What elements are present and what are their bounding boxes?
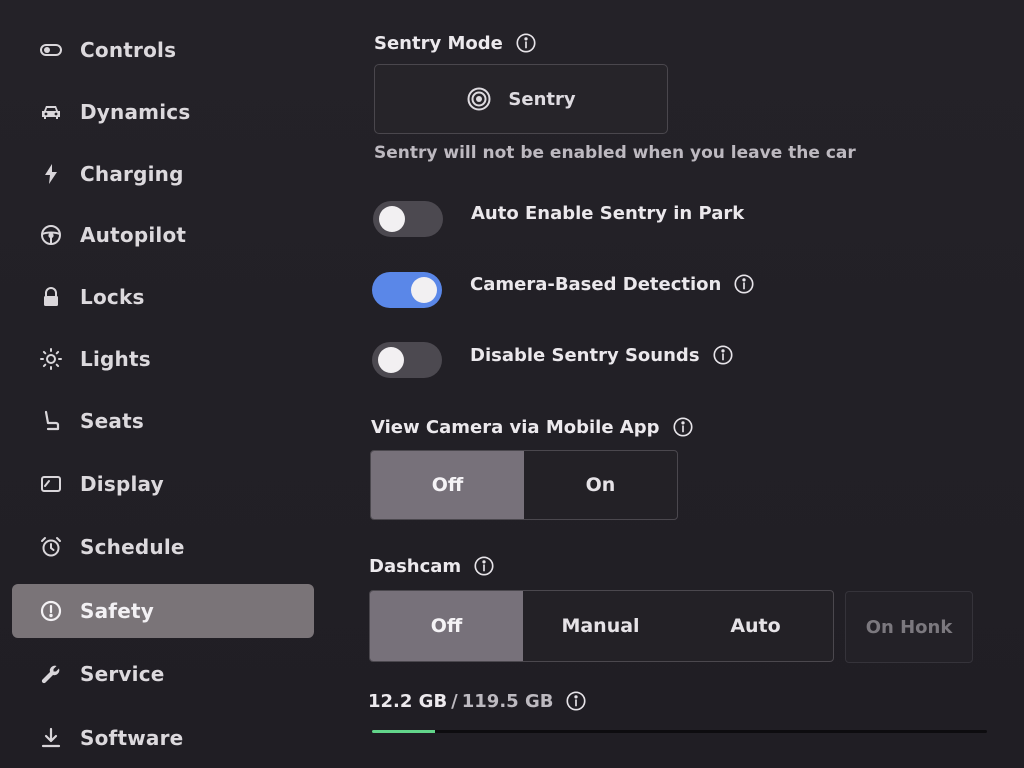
sentry-note: Sentry will not be enabled when you leav… bbox=[374, 143, 856, 163]
sidebar-item-autopilot[interactable]: Autopilot bbox=[12, 208, 314, 262]
lightning-icon bbox=[36, 159, 66, 189]
disable-sentry-sounds-label: Disable Sentry Sounds bbox=[470, 343, 734, 367]
camera-based-detection-toggle[interactable] bbox=[372, 272, 442, 308]
settings-screen: Controls Dynamics Charging Autopilot Loc… bbox=[0, 0, 1024, 768]
toggle-label-text: Camera-Based Detection bbox=[470, 273, 722, 295]
sidebar-item-label: Seats bbox=[80, 409, 144, 433]
disable-sentry-sounds-toggle[interactable] bbox=[372, 342, 442, 378]
seat-icon bbox=[36, 406, 66, 436]
view-camera-title: View Camera via Mobile App bbox=[371, 416, 660, 438]
view-camera-option-on[interactable]: On bbox=[524, 451, 677, 519]
sentry-target-icon bbox=[467, 87, 491, 111]
sidebar-item-label: Locks bbox=[80, 285, 145, 309]
toggle-label-text: Disable Sentry Sounds bbox=[470, 344, 700, 366]
lock-icon bbox=[36, 282, 66, 312]
view-camera-selector: Off On bbox=[370, 450, 678, 520]
info-icon[interactable] bbox=[515, 32, 537, 54]
sentry-mode-title: Sentry Mode bbox=[374, 32, 503, 54]
sidebar-item-label: Display bbox=[80, 472, 164, 496]
auto-enable-sentry-label: Auto Enable Sentry in Park bbox=[471, 201, 744, 225]
download-icon bbox=[36, 723, 66, 753]
sentry-button-label: Sentry bbox=[508, 88, 576, 110]
sentry-mode-heading: Sentry Mode bbox=[374, 31, 537, 55]
camera-based-detection-label: Camera-Based Detection bbox=[470, 272, 755, 296]
dashcam-title: Dashcam bbox=[369, 555, 462, 577]
toggle-icon bbox=[36, 35, 66, 65]
toggle-label-text: Auto Enable Sentry in Park bbox=[471, 202, 745, 224]
sidebar-item-software[interactable]: Software bbox=[12, 711, 314, 765]
sidebar-item-safety[interactable]: Safety bbox=[12, 584, 314, 638]
sidebar-item-dynamics[interactable]: Dynamics bbox=[12, 85, 314, 139]
display-icon bbox=[36, 469, 66, 499]
sidebar-item-locks[interactable]: Locks bbox=[12, 270, 314, 324]
sidebar-item-label: Autopilot bbox=[80, 223, 187, 247]
sidebar-item-label: Dynamics bbox=[80, 100, 191, 124]
toggle-knob bbox=[379, 206, 405, 232]
sidebar-item-label: Schedule bbox=[80, 535, 185, 559]
dashcam-selector: Off Manual Auto bbox=[369, 590, 834, 662]
sidebar-item-label: Controls bbox=[80, 38, 177, 62]
storage-separator: / bbox=[451, 690, 458, 712]
sun-icon bbox=[36, 344, 66, 374]
dashcam-option-on-honk[interactable]: On Honk bbox=[845, 591, 973, 663]
info-icon[interactable] bbox=[712, 344, 734, 366]
sidebar-item-service[interactable]: Service bbox=[12, 647, 314, 701]
dashcam-heading: Dashcam bbox=[369, 554, 495, 578]
settings-sidebar: Controls Dynamics Charging Autopilot Loc… bbox=[0, 0, 330, 768]
sidebar-item-lights[interactable]: Lights bbox=[12, 332, 314, 386]
sidebar-item-display[interactable]: Display bbox=[12, 457, 314, 511]
info-icon[interactable] bbox=[565, 690, 587, 712]
storage-progress-fill bbox=[372, 730, 435, 733]
view-camera-option-off[interactable]: Off bbox=[371, 451, 524, 519]
sidebar-item-label: Service bbox=[80, 662, 165, 686]
sidebar-item-controls[interactable]: Controls bbox=[12, 23, 314, 77]
dashcam-option-manual[interactable]: Manual bbox=[523, 591, 678, 661]
storage-progress-bar bbox=[372, 730, 987, 733]
sentry-button[interactable]: Sentry bbox=[374, 64, 668, 134]
alarm-clock-icon bbox=[36, 532, 66, 562]
sidebar-item-label: Charging bbox=[80, 162, 184, 186]
sidebar-item-charging[interactable]: Charging bbox=[12, 147, 314, 201]
dashcam-option-auto[interactable]: Auto bbox=[678, 591, 833, 661]
toggle-knob bbox=[378, 347, 404, 373]
view-camera-heading: View Camera via Mobile App bbox=[371, 415, 694, 439]
dashcam-option-off[interactable]: Off bbox=[370, 591, 523, 661]
sidebar-item-label: Lights bbox=[80, 347, 151, 371]
wrench-icon bbox=[36, 659, 66, 689]
sidebar-item-label: Software bbox=[80, 726, 184, 750]
auto-enable-sentry-toggle[interactable] bbox=[373, 201, 443, 237]
sidebar-item-seats[interactable]: Seats bbox=[12, 394, 314, 448]
info-icon[interactable] bbox=[733, 273, 755, 295]
sidebar-item-schedule[interactable]: Schedule bbox=[12, 520, 314, 574]
dashcam-storage-readout: 12.2 GB / 119.5 GB bbox=[368, 689, 587, 713]
steering-wheel-icon bbox=[36, 220, 66, 250]
storage-total: 119.5 GB bbox=[461, 690, 554, 712]
storage-used: 12.2 GB bbox=[368, 690, 448, 712]
car-icon bbox=[36, 97, 66, 127]
toggle-knob bbox=[411, 277, 437, 303]
info-icon[interactable] bbox=[672, 416, 694, 438]
sidebar-item-label: Safety bbox=[80, 599, 154, 623]
info-icon[interactable] bbox=[473, 555, 495, 577]
alert-circle-icon bbox=[36, 596, 66, 626]
